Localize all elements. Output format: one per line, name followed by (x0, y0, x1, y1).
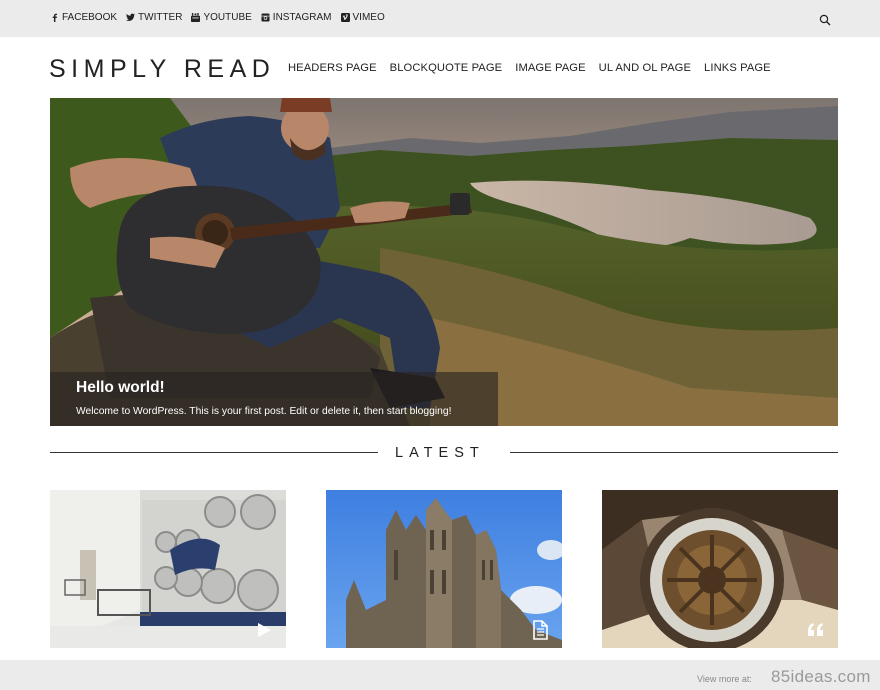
social-label-instagram: INSTAGRAM (272, 12, 332, 23)
divider-line-right (510, 452, 838, 453)
social-link-youtube[interactable]: YOUTUBE (191, 12, 252, 23)
view-more-site-link[interactable]: 85ideas.com (771, 667, 871, 687)
view-more-label: View more at: (697, 674, 752, 684)
nav-item-headers-page[interactable]: HEADERS PAGE (288, 62, 377, 74)
site-logo[interactable]: SIMPLY READ (49, 55, 275, 84)
hero-caption: Hello world! Welcome to WordPress. This … (50, 372, 498, 426)
main-nav: HEADERS PAGE BLOCKQUOTE PAGE IMAGE PAGE … (288, 62, 771, 74)
latest-post-card-3[interactable] (602, 490, 838, 648)
nav-item-blockquote-page[interactable]: BLOCKQUOTE PAGE (390, 62, 503, 74)
social-label-facebook: FACEBOOK (62, 12, 118, 23)
hero-featured-post[interactable]: Hello world! Welcome to WordPress. This … (50, 98, 838, 426)
hero-post-excerpt: Welcome to WordPress. This is your first… (76, 406, 452, 417)
social-link-vimeo[interactable]: VIMEO (340, 12, 385, 23)
cathedral-photo (326, 490, 562, 648)
latest-post-card-1[interactable] (50, 490, 286, 648)
nav-item-image-page[interactable]: IMAGE PAGE (515, 62, 585, 74)
search-icon[interactable] (819, 13, 831, 26)
laundromat-photo (50, 490, 286, 648)
social-link-twitter[interactable]: TWITTER (126, 12, 182, 23)
social-link-instagram[interactable]: INSTAGRAM (261, 12, 332, 23)
social-label-twitter: TWITTER (138, 12, 183, 23)
social-label-vimeo: VIMEO (352, 12, 385, 23)
instagram-icon (261, 13, 270, 22)
youtube-icon (191, 13, 201, 22)
nav-item-links-page[interactable]: LINKS PAGE (704, 62, 771, 74)
play-icon (254, 620, 274, 640)
document-icon (530, 620, 550, 640)
quote-icon (806, 620, 826, 640)
twitter-icon (126, 13, 136, 22)
hero-post-title[interactable]: Hello world! (76, 379, 498, 397)
facebook-icon (50, 13, 59, 22)
social-link-facebook[interactable]: FACEBOOK (50, 12, 117, 23)
social-label-youtube: YOUTUBE (203, 12, 252, 23)
top-bar: FACEBOOK TWITTER YOUTUBE INSTAGRAM VIMEO (0, 0, 880, 37)
rusty-wheel-photo (602, 490, 838, 648)
divider-line-left (50, 452, 378, 453)
nav-item-ul-ol-page[interactable]: UL AND OL PAGE (599, 62, 691, 74)
latest-heading: LATEST (395, 445, 485, 461)
latest-post-card-2[interactable] (326, 490, 562, 648)
page-content: SIMPLY READ HEADERS PAGE BLOCKQUOTE PAGE… (0, 37, 880, 660)
social-links: FACEBOOK TWITTER YOUTUBE INSTAGRAM VIMEO (50, 12, 385, 23)
latest-section-divider: LATEST (50, 443, 838, 463)
vimeo-icon (340, 13, 350, 22)
